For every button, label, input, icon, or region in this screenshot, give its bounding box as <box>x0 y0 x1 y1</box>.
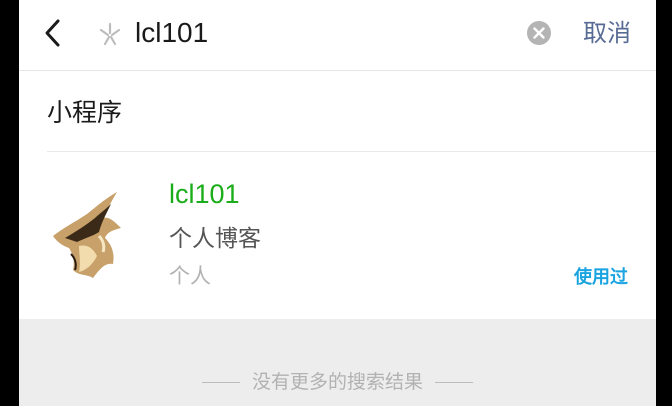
mini-program-description: 个人博客 <box>169 226 261 252</box>
divider-line-right <box>435 381 473 383</box>
search-bar: lcl101 取消 <box>19 0 656 71</box>
chevron-left-icon <box>45 19 60 47</box>
mini-program-avatar <box>49 178 125 284</box>
no-more-results-text: 没有更多的搜索结果 <box>251 371 423 393</box>
mini-program-icon <box>97 21 123 47</box>
clear-search-button[interactable] <box>526 20 552 46</box>
mini-program-name: lcl101 <box>169 179 240 209</box>
mini-program-result[interactable]: lcl101 个人博客 个人 使用过 <box>19 152 656 319</box>
no-more-results: 没有更多的搜索结果 <box>19 364 656 400</box>
cancel-button[interactable]: 取消 <box>583 14 631 52</box>
search-screen: lcl101 取消 小程序 lcl101 个人博客 个人 使用过 没有更多的搜索… <box>19 0 656 406</box>
mini-program-category: 个人 <box>169 264 211 288</box>
back-button[interactable] <box>41 16 67 50</box>
search-input[interactable]: lcl101 <box>135 13 208 53</box>
section-title: 小程序 <box>47 98 123 127</box>
clear-circle-icon <box>527 21 551 45</box>
used-badge: 使用过 <box>574 267 628 288</box>
divider-line-left <box>201 381 240 383</box>
results-panel: 小程序 lcl101 个人博客 个人 使用过 <box>19 71 656 319</box>
